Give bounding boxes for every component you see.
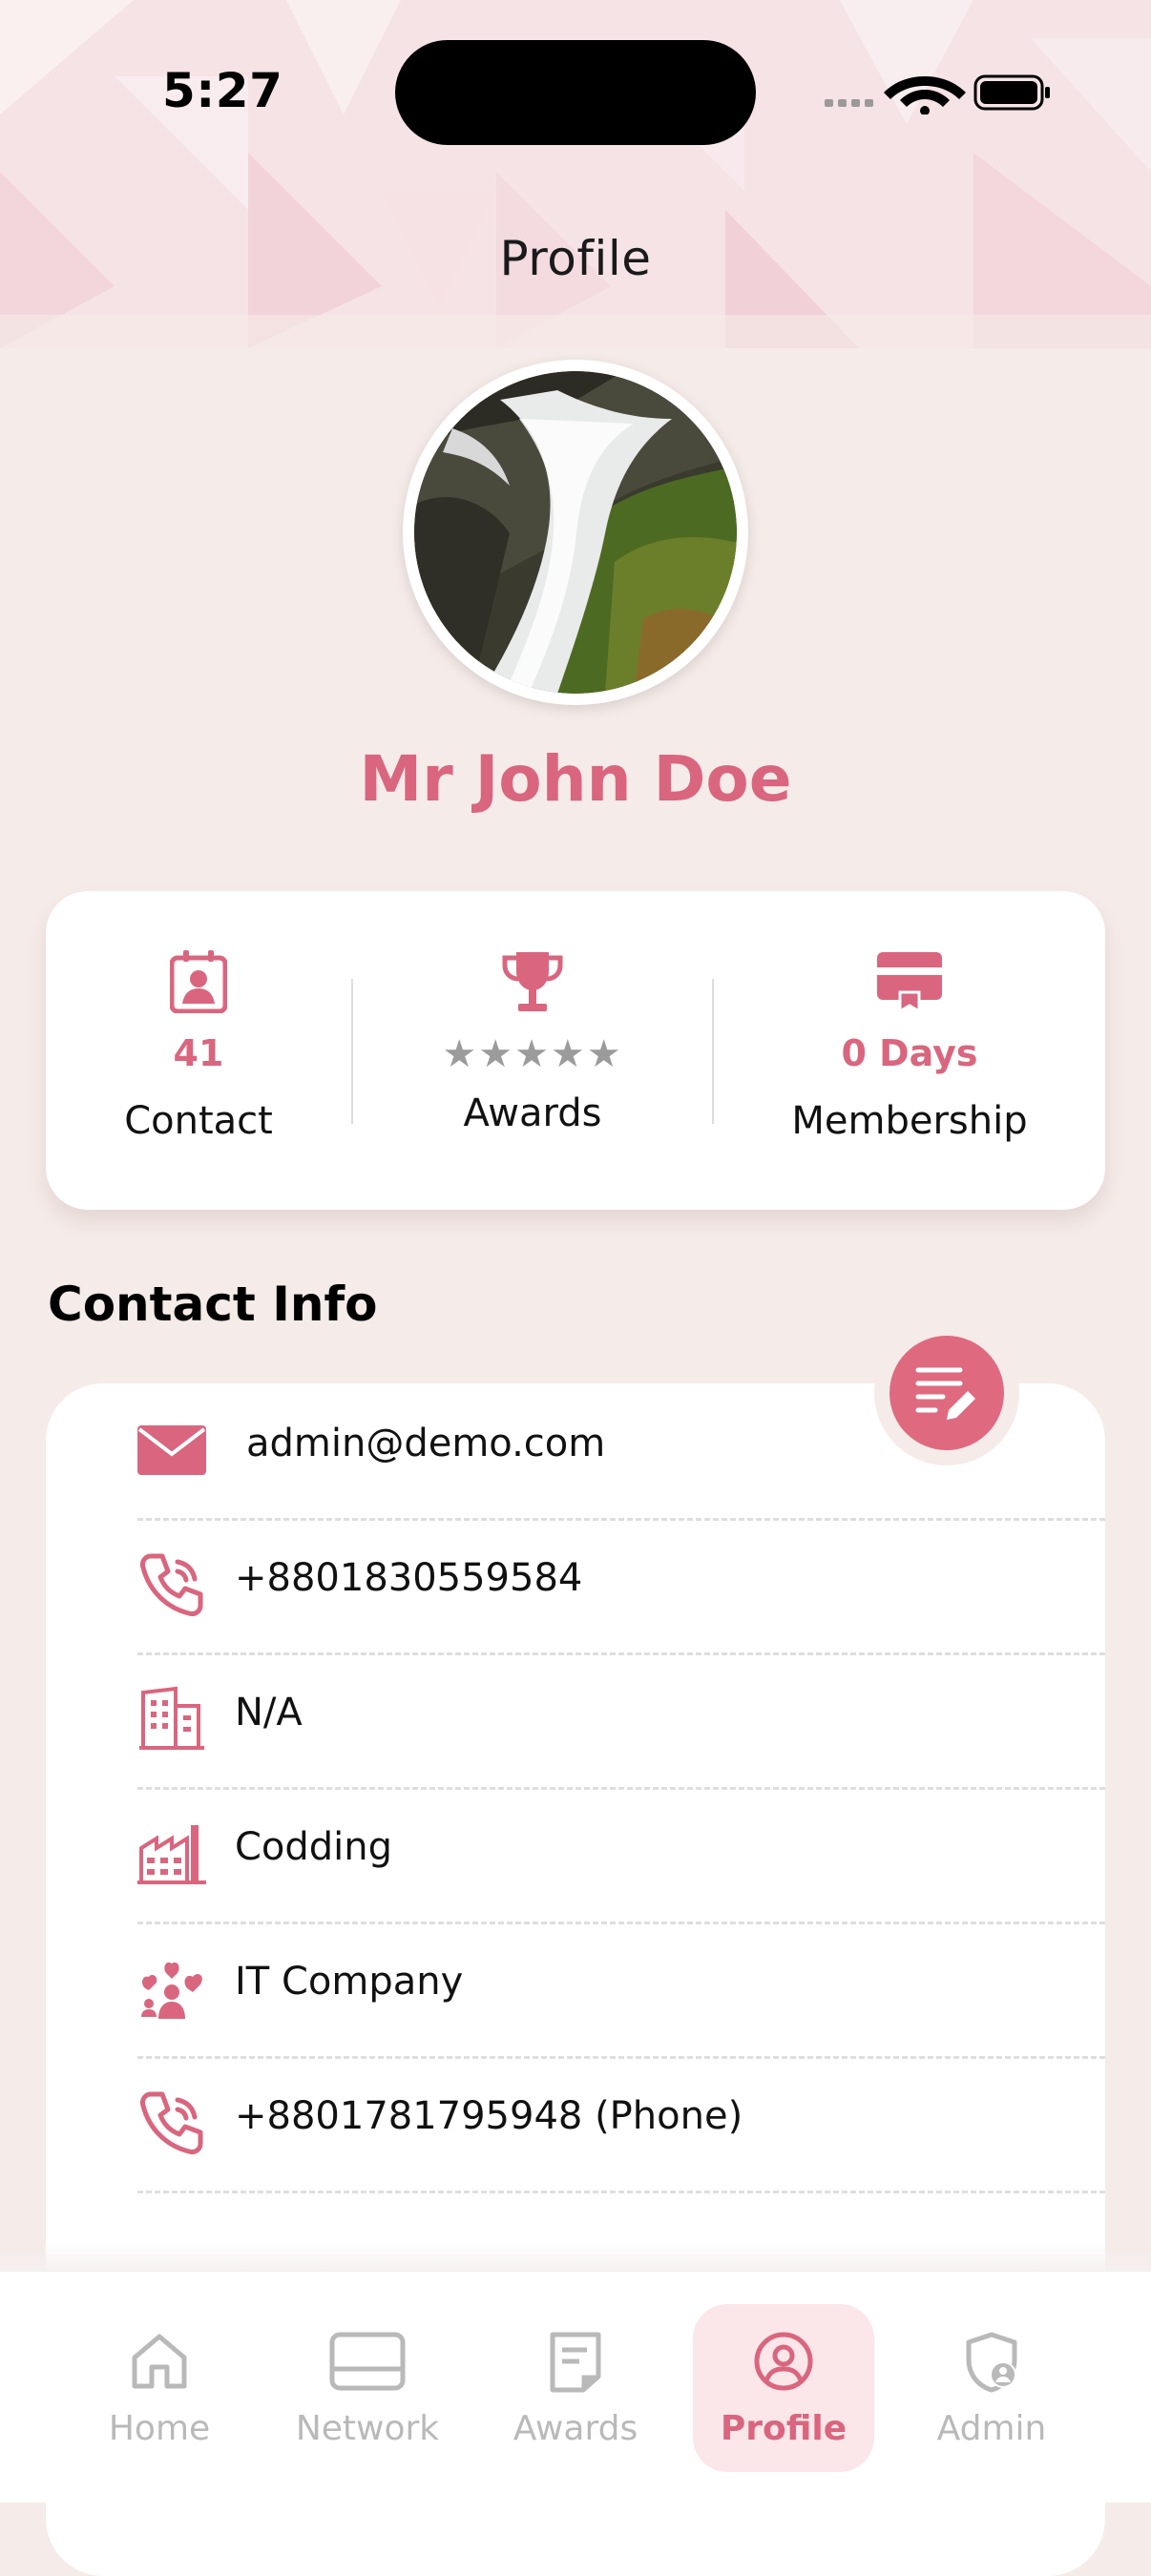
contact-label: Contact xyxy=(124,1099,273,1143)
tab-admin-label: Admin xyxy=(936,2409,1047,2448)
edit-contact-button[interactable] xyxy=(889,1336,1004,1450)
contact-count: 41 xyxy=(173,1032,224,1074)
contact-company-type: IT Company xyxy=(235,1960,464,2004)
membership-label: Membership xyxy=(791,1099,1028,1143)
membership-days: 0 Days xyxy=(841,1032,978,1074)
network-icon xyxy=(329,2332,406,2391)
status-icons xyxy=(825,74,1050,114)
contact-phone-secondary: +8801781795948 (Phone) xyxy=(235,2094,743,2138)
contact-email: admin@demo.com xyxy=(246,1422,606,1465)
contact-info-title: Contact Info xyxy=(48,1277,378,1332)
contact-row-phone-secondary[interactable]: +8801781795948 (Phone) xyxy=(137,2056,1105,2193)
tab-home-label: Home xyxy=(108,2409,211,2448)
user-name: Mr John Doe xyxy=(359,742,792,816)
stat-awards[interactable]: ★★★★★ Awards xyxy=(351,891,714,1210)
tab-home[interactable]: Home xyxy=(69,2304,250,2472)
contact-row-industry[interactable]: Codding xyxy=(137,1787,1105,1924)
contact-organization: N/A xyxy=(235,1691,303,1735)
contact-row-phone[interactable]: +8801830559584 xyxy=(137,1518,1105,1655)
contact-row-company-type[interactable]: IT Company xyxy=(137,1922,1105,2059)
team-heart-icon xyxy=(141,1962,202,2019)
wifi-icon xyxy=(884,76,966,114)
tab-network[interactable]: Network xyxy=(277,2304,458,2472)
contact-phone: +8801830559584 xyxy=(235,1556,583,1600)
contact-industry: Codding xyxy=(235,1825,393,1869)
building-icon xyxy=(139,1686,204,1750)
tab-admin[interactable]: Admin xyxy=(901,2304,1082,2472)
phone-icon xyxy=(140,2091,203,2154)
stat-contact[interactable]: 41 Contact xyxy=(46,891,351,1210)
tab-profile[interactable]: Profile xyxy=(693,2304,874,2472)
stat-membership[interactable]: 0 Days Membership xyxy=(714,891,1105,1210)
awards-label: Awards xyxy=(463,1091,602,1135)
factory-icon xyxy=(137,1825,206,1884)
avatar-image xyxy=(414,371,737,694)
stats-card: 41 Contact ★★★★★ Awards 0 Days Membershi… xyxy=(46,891,1105,1210)
cellular-signal-icon xyxy=(825,99,873,107)
dynamic-island xyxy=(395,40,756,145)
tab-profile-label: Profile xyxy=(720,2409,848,2448)
tab-bar: Home Network Awards Profile Admin xyxy=(0,2271,1151,2503)
battery-icon xyxy=(973,74,1050,111)
avatar[interactable] xyxy=(403,360,748,705)
awards-document-icon xyxy=(550,2332,601,2393)
trophy-icon xyxy=(502,952,563,1011)
tab-awards[interactable]: Awards xyxy=(485,2304,666,2472)
admin-shield-icon xyxy=(966,2332,1017,2393)
contact-row-organization[interactable]: N/A xyxy=(137,1652,1105,1790)
profile-icon xyxy=(754,2332,813,2391)
tab-network-label: Network xyxy=(295,2409,440,2448)
phone-icon xyxy=(140,1553,203,1616)
status-time: 5:27 xyxy=(162,63,283,118)
email-icon xyxy=(137,1425,206,1475)
status-bar: 5:27 xyxy=(0,0,1151,181)
membership-card-icon xyxy=(877,952,942,1013)
edit-note-icon xyxy=(915,1367,975,1420)
award-stars: ★★★★★ xyxy=(442,1032,623,1076)
tab-awards-label: Awards xyxy=(513,2409,638,2448)
home-icon xyxy=(132,2334,187,2389)
bottom-fade xyxy=(0,2242,1151,2271)
page-title: Profile xyxy=(499,231,652,286)
contact-card-icon xyxy=(170,950,227,1013)
